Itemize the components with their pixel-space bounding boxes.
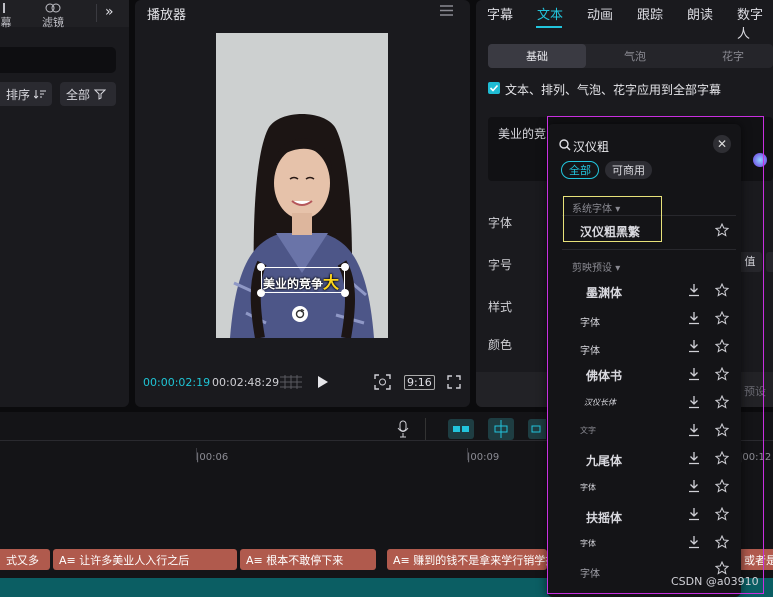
- resize-handle[interactable]: [341, 289, 349, 297]
- subtab-bubble[interactable]: 气泡: [586, 44, 684, 68]
- filter-all-button[interactable]: 全部: [60, 82, 116, 106]
- fullscreen-icon[interactable]: [447, 375, 461, 389]
- filter-label: 全部: [66, 87, 91, 102]
- tab-filters[interactable]: 滤镜: [38, 2, 68, 30]
- sort-label: 排序: [6, 87, 31, 102]
- tab-divider: [96, 4, 97, 22]
- aspect-ratio-button[interactable]: 9:16: [404, 375, 435, 390]
- caption-accent: 大: [323, 273, 340, 292]
- subtitle-clip[interactable]: 式又多: [0, 549, 50, 570]
- ruler-label: |00:06: [196, 452, 229, 463]
- toolbar-divider: [425, 418, 426, 440]
- sort-icon: [34, 90, 46, 99]
- prop-style-label: 样式: [488, 300, 513, 314]
- snap-toggle-icon[interactable]: [488, 418, 514, 440]
- caption-text: 美业的竞争大: [263, 269, 339, 293]
- menu-icon[interactable]: [440, 5, 453, 16]
- microphone-icon[interactable]: [397, 420, 409, 438]
- tab-label: 滤镜: [42, 16, 64, 29]
- tab-tracking[interactable]: 跟踪: [637, 4, 663, 23]
- tab-text[interactable]: 文本: [537, 4, 563, 23]
- media-tabs: 幕 滤镜 »: [0, 0, 129, 30]
- resize-handle[interactable]: [341, 263, 349, 271]
- tab-animation[interactable]: 动画: [587, 4, 613, 23]
- prop-size-label: 字号: [488, 258, 513, 272]
- screenshot-icon[interactable]: [374, 374, 391, 390]
- preview-axis-icon[interactable]: [528, 419, 546, 439]
- filter-icon: [94, 89, 107, 100]
- subtab-fancy-text[interactable]: 花字: [684, 44, 773, 68]
- media-search-input[interactable]: [0, 47, 116, 73]
- prop-color-label: 颜色: [488, 338, 513, 352]
- player-title: 播放器: [147, 8, 187, 23]
- outline-annotation: [547, 116, 764, 594]
- caption-main: 美业的竞争: [263, 277, 324, 291]
- subtitle-icon: [3, 3, 5, 13]
- subtitle-clip[interactable]: A≡ 赚到的钱不是拿来学行销学技术: [387, 549, 547, 570]
- tab-digital-human[interactable]: 数字人: [737, 4, 773, 42]
- value-stepper[interactable]: [766, 252, 773, 272]
- watermark: CSDN @a03910: [671, 575, 759, 588]
- subtab-basic[interactable]: 基础: [488, 44, 586, 68]
- current-time: 00:00:02:19: [143, 376, 211, 389]
- expand-chevron-icon[interactable]: »: [105, 4, 114, 20]
- tab-subtitle[interactable]: 幕: [0, 2, 12, 30]
- play-icon[interactable]: [318, 376, 328, 388]
- apply-all-label: 文本、排列、气泡、花字应用到全部字幕: [505, 83, 722, 97]
- prop-font-label: 字体: [488, 216, 513, 230]
- subtitle-clip[interactable]: A≡ 根本不敢停下来: [240, 549, 376, 570]
- tab-read-aloud[interactable]: 朗读: [687, 4, 713, 23]
- caption-text-value: 美业的竞: [498, 127, 547, 141]
- filter-circles-icon: [45, 3, 61, 13]
- link-toggle-icon[interactable]: [448, 419, 474, 439]
- subtitle-clip[interactable]: A≡ 让许多美业人入行之后: [53, 549, 237, 570]
- active-tab-indicator: [536, 26, 562, 28]
- total-time: 00:02:48:29: [212, 376, 280, 389]
- ruler-label: |00:09: [467, 452, 500, 463]
- sort-button[interactable]: 排序: [0, 82, 52, 106]
- apply-all-checkbox[interactable]: [488, 82, 500, 94]
- rotate-icon[interactable]: [292, 306, 308, 322]
- tab-label: 幕: [0, 16, 12, 29]
- tab-subtitle[interactable]: 字幕: [487, 4, 513, 23]
- waveform-icon[interactable]: [280, 374, 302, 390]
